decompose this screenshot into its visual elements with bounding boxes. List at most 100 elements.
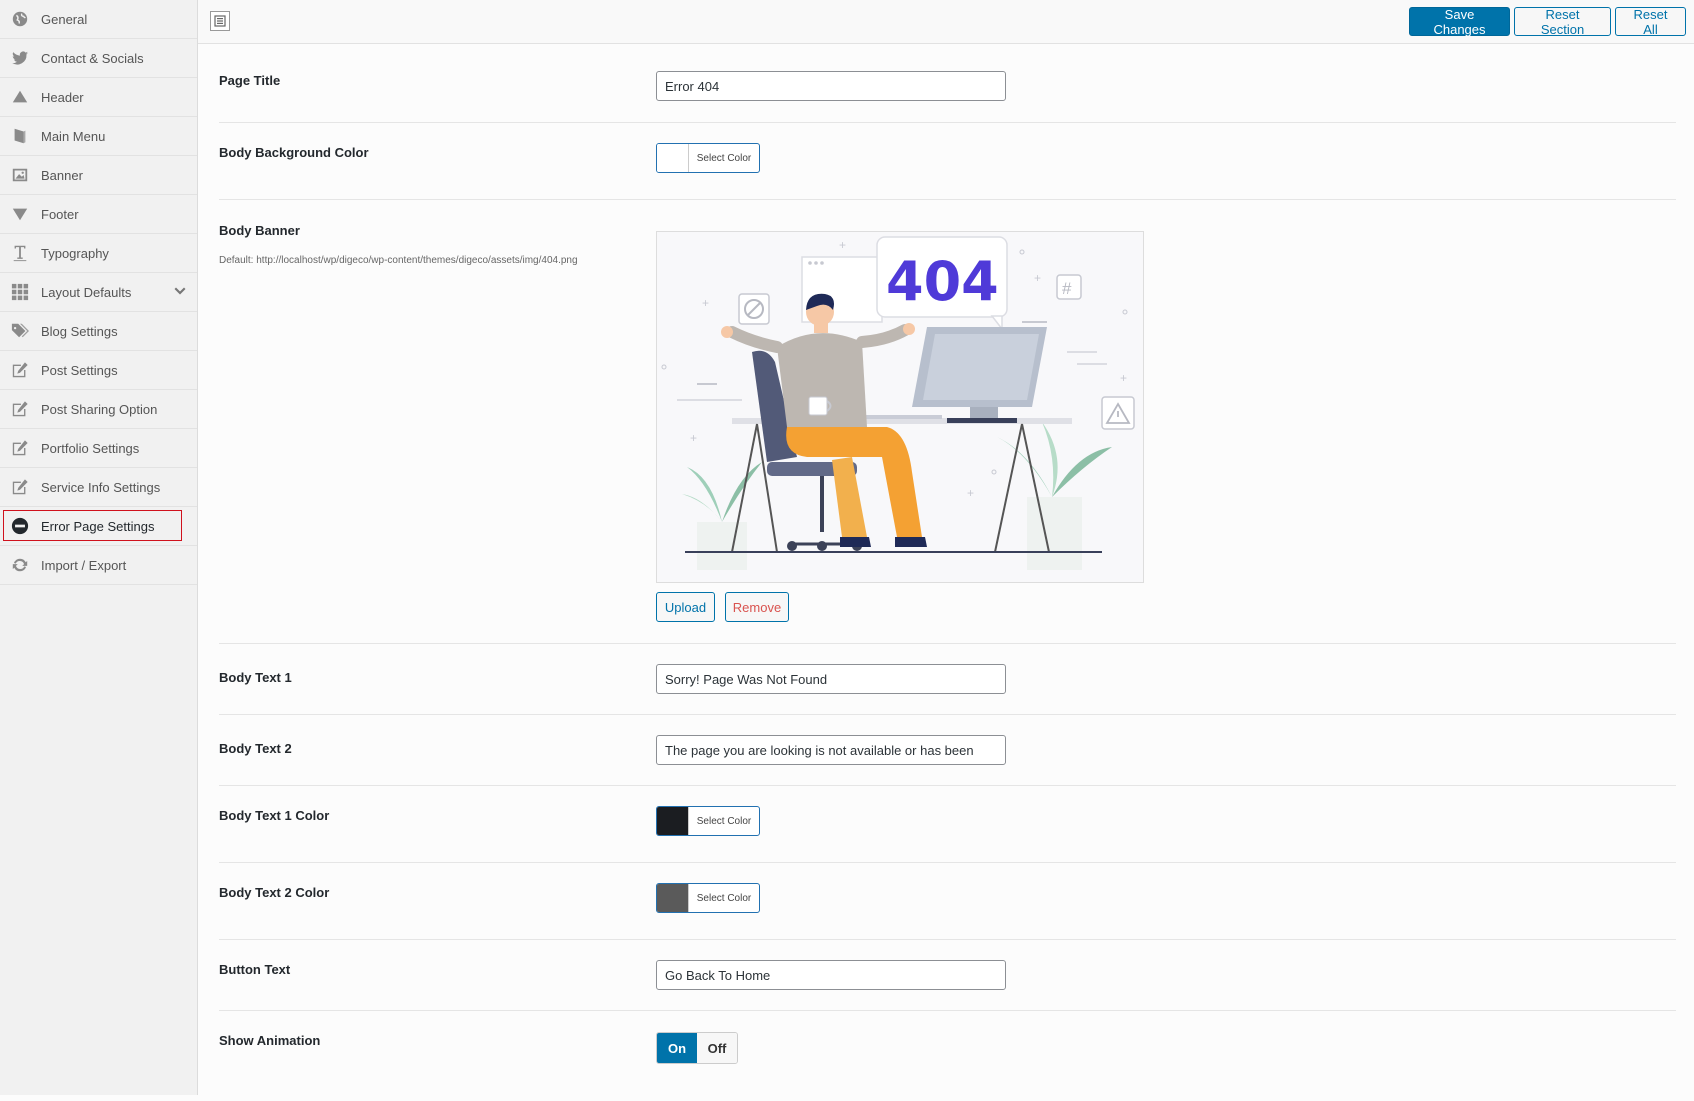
banner-preview-image: # + + + + + + 404: [656, 231, 1144, 583]
sidebar-item-main-menu[interactable]: Main Menu: [0, 117, 197, 156]
edit-icon: [10, 360, 30, 380]
field-row-button-text: Button Text: [219, 940, 1676, 1011]
body-text-1-input[interactable]: [656, 664, 1006, 694]
tags-icon: [10, 321, 30, 341]
show-animation-label: Show Animation: [219, 1033, 321, 1048]
sidebar-item-label: Contact & Socials: [41, 50, 144, 66]
grid-icon: [10, 282, 30, 302]
triangle-up-icon: [10, 87, 30, 107]
body-text-2-color-label: Body Text 2 Color: [219, 885, 330, 900]
svg-text:+: +: [690, 431, 697, 445]
remove-banner-button[interactable]: Remove: [725, 592, 789, 622]
sidebar-item-label: Post Settings: [41, 362, 118, 378]
image-icon: [10, 165, 30, 185]
field-row-body-text-1: Body Text 1: [219, 644, 1676, 715]
field-row-show-animation: Show Animation On Off: [219, 1011, 1676, 1101]
sidebar-item-label: Main Menu: [41, 128, 106, 144]
sidebar-item-label: Header: [41, 89, 84, 105]
field-row-body-text-1-color: Body Text 1 Color Select Color: [219, 786, 1676, 863]
top-toolbar: Save Changes Reset Section Reset All: [198, 0, 1694, 44]
sidebar-item-error-page-settings[interactable]: Error Page Settings: [0, 507, 197, 546]
minus-circle-icon: [10, 516, 30, 536]
text-icon: [10, 243, 30, 263]
sidebar-item-label: Portfolio Settings: [41, 440, 140, 456]
sidebar-item-label: Banner: [41, 167, 83, 183]
field-row-body-text-2: Body Text 2: [219, 715, 1676, 786]
sidebar-item-blog-settings[interactable]: Blog Settings: [0, 312, 197, 351]
svg-text:+: +: [1120, 371, 1127, 385]
sidebar-item-label: Post Sharing Option: [41, 401, 158, 417]
svg-text:+: +: [702, 296, 709, 310]
body-text-1-label: Body Text 1: [219, 670, 292, 685]
sidebar-item-banner[interactable]: Banner: [0, 156, 197, 195]
chevron-down-icon[interactable]: [173, 285, 187, 299]
sidebar-item-post-settings[interactable]: Post Settings: [0, 351, 197, 390]
page-title-label: Page Title: [219, 73, 281, 88]
refresh-icon: [10, 555, 30, 575]
select-color-label: Select Color: [696, 815, 752, 827]
select-color-label: Select Color: [696, 152, 752, 164]
body-text-2-color-picker[interactable]: Select Color: [656, 883, 760, 913]
sidebar-item-header[interactable]: Header: [0, 78, 197, 117]
body-background-color-picker[interactable]: Select Color: [656, 143, 760, 173]
sidebar-item-label: Blog Settings: [41, 323, 118, 339]
sidebar-item-label: Typography: [41, 245, 109, 261]
globe-icon: [10, 9, 30, 29]
svg-text:#: #: [1062, 279, 1072, 298]
switch-off-option[interactable]: Off: [697, 1033, 737, 1063]
field-row-page-title: Page Title: [219, 44, 1676, 123]
sidebar-item-typography[interactable]: Typography: [0, 234, 197, 273]
edit-icon: [10, 477, 30, 497]
field-row-body-background-color: Body Background Color Select Color: [219, 123, 1676, 200]
save-changes-button[interactable]: Save Changes: [1409, 7, 1510, 37]
color-swatch: [657, 884, 689, 912]
field-row-body-text-2-color: Body Text 2 Color Select Color: [219, 863, 1676, 940]
expand-options-button[interactable]: [210, 11, 230, 31]
body-text-2-input[interactable]: [656, 735, 1006, 765]
sidebar: General Contact & Socials Header Main Me…: [0, 0, 198, 1095]
sidebar-item-service-info-settings[interactable]: Service Info Settings: [0, 468, 197, 507]
book-icon: [10, 126, 30, 146]
switch-on-option[interactable]: On: [657, 1033, 697, 1063]
show-animation-switch[interactable]: On Off: [656, 1032, 738, 1064]
body-banner-label: Body Banner: [219, 223, 300, 238]
sidebar-item-label: Import / Export: [41, 557, 127, 573]
sidebar-item-post-sharing-option[interactable]: Post Sharing Option: [0, 390, 197, 429]
sidebar-item-label: Error Page Settings: [41, 518, 155, 534]
edit-icon: [10, 438, 30, 458]
body-text-2-label: Body Text 2: [219, 741, 292, 756]
sidebar-item-import-export[interactable]: Import / Export: [0, 546, 197, 585]
triangle-down-icon: [10, 204, 30, 224]
body-text-1-color-label: Body Text 1 Color: [219, 808, 330, 823]
reset-all-button[interactable]: Reset All: [1615, 7, 1686, 37]
expand-icon: [214, 15, 226, 27]
svg-text:+: +: [839, 238, 846, 252]
field-row-body-banner: Body Banner Default: http://localhost/wp…: [219, 200, 1676, 644]
svg-text:+: +: [967, 486, 974, 500]
svg-text:+: +: [1034, 271, 1041, 285]
body-text-1-color-picker[interactable]: Select Color: [656, 806, 760, 836]
body-banner-default-path: Default: http://localhost/wp/digeco/wp-c…: [219, 255, 578, 266]
banner-404-text: 404: [886, 250, 999, 313]
edit-icon: [10, 399, 30, 419]
sidebar-item-portfolio-settings[interactable]: Portfolio Settings: [0, 429, 197, 468]
sidebar-item-contact-socials[interactable]: Contact & Socials: [0, 39, 197, 78]
reset-section-button[interactable]: Reset Section: [1514, 7, 1611, 37]
error-404-illustration: # + + + + + + 404: [661, 236, 1135, 570]
button-text-label: Button Text: [219, 962, 291, 977]
color-swatch: [657, 807, 689, 835]
sidebar-item-layout-defaults[interactable]: Layout Defaults: [0, 273, 197, 312]
sidebar-item-general[interactable]: General: [0, 0, 197, 39]
sidebar-item-label: Service Info Settings: [41, 479, 161, 495]
body-background-color-label: Body Background Color: [219, 145, 369, 160]
upload-banner-button[interactable]: Upload: [656, 592, 715, 622]
select-color-label: Select Color: [696, 892, 752, 904]
button-text-input[interactable]: [656, 960, 1006, 990]
sidebar-item-footer[interactable]: Footer: [0, 195, 197, 234]
sidebar-item-label: Footer: [41, 206, 79, 222]
settings-form: Page Title Body Background Color Select …: [219, 44, 1676, 1101]
page-title-input[interactable]: [656, 71, 1006, 101]
color-swatch: [657, 144, 689, 172]
twitter-icon: [10, 48, 30, 68]
sidebar-item-label: General: [41, 11, 88, 27]
